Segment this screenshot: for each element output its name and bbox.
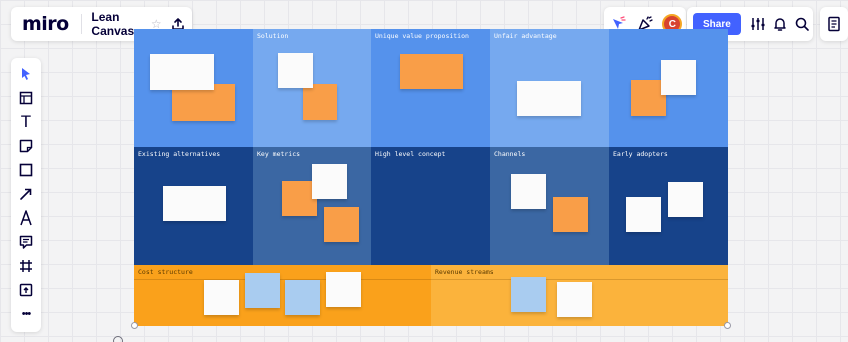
pen-tool[interactable] <box>11 206 41 230</box>
cell-label: Unfair advantage <box>494 32 557 40</box>
more-tool[interactable]: ••• <box>11 302 41 326</box>
sticky-note[interactable] <box>511 174 546 209</box>
sticky-note[interactable] <box>511 277 546 312</box>
cursor-indicator <box>113 336 123 342</box>
sticky-note[interactable] <box>312 164 347 199</box>
cell-label: High level concept <box>375 150 446 158</box>
sticky-note-tool[interactable] <box>11 134 41 158</box>
sticky-note[interactable] <box>303 84 337 120</box>
resize-handle[interactable] <box>724 322 731 329</box>
sticky-note[interactable] <box>626 197 661 232</box>
cell-label: Early adopters <box>613 150 668 158</box>
cell-label: Key metrics <box>257 150 301 158</box>
sticky-note[interactable] <box>326 272 361 307</box>
cell-label: Solution <box>257 32 289 40</box>
cell-label: Cost structure <box>138 268 193 276</box>
sticky-note[interactable] <box>245 273 280 308</box>
upload-tool[interactable] <box>11 278 41 302</box>
cell-label: Channels <box>494 150 526 158</box>
sticky-note[interactable] <box>553 197 588 232</box>
text-tool[interactable]: T <box>11 110 41 134</box>
canvas-cell-high-level-concept[interactable]: High level concept <box>371 147 490 265</box>
left-toolbar: T ••• <box>11 58 41 332</box>
cell-label: Existing alternatives <box>138 150 221 158</box>
cell-label: Revenue streams <box>435 268 494 276</box>
lean-canvas-frame[interactable]: Solution Unique value proposition Unfair… <box>131 29 731 329</box>
frame-tool[interactable] <box>11 86 41 110</box>
miro-logo[interactable]: miro <box>11 7 81 41</box>
cell-label: Unique value proposition <box>375 32 469 40</box>
divider <box>431 279 728 280</box>
sticky-note[interactable] <box>278 53 313 88</box>
sticky-note[interactable] <box>400 54 463 89</box>
settings-sliders-icon[interactable] <box>747 10 769 38</box>
notes-icon <box>820 10 848 38</box>
resize-handle[interactable] <box>131 322 138 329</box>
divider <box>134 279 431 280</box>
bell-icon[interactable] <box>769 10 791 38</box>
sticky-note[interactable] <box>668 182 703 217</box>
sticky-note[interactable] <box>517 81 581 116</box>
crop-frame-tool[interactable] <box>11 254 41 278</box>
sticky-note[interactable] <box>163 186 226 221</box>
arrow-tool[interactable] <box>11 182 41 206</box>
select-tool[interactable] <box>11 62 41 86</box>
shape-tool[interactable] <box>11 158 41 182</box>
sticky-note[interactable] <box>285 280 320 315</box>
sticky-note[interactable] <box>204 280 239 315</box>
sticky-note[interactable] <box>324 207 359 242</box>
canvas-cell-cost-structure[interactable]: Cost structure <box>134 265 431 326</box>
sticky-note[interactable] <box>661 60 696 95</box>
notes-button[interactable] <box>820 7 848 41</box>
sticky-note[interactable] <box>150 54 214 90</box>
search-icon[interactable] <box>791 10 813 38</box>
canvas-cell-channels[interactable]: Channels <box>490 147 609 265</box>
comment-tool[interactable] <box>11 230 41 254</box>
sticky-note[interactable] <box>557 282 592 317</box>
